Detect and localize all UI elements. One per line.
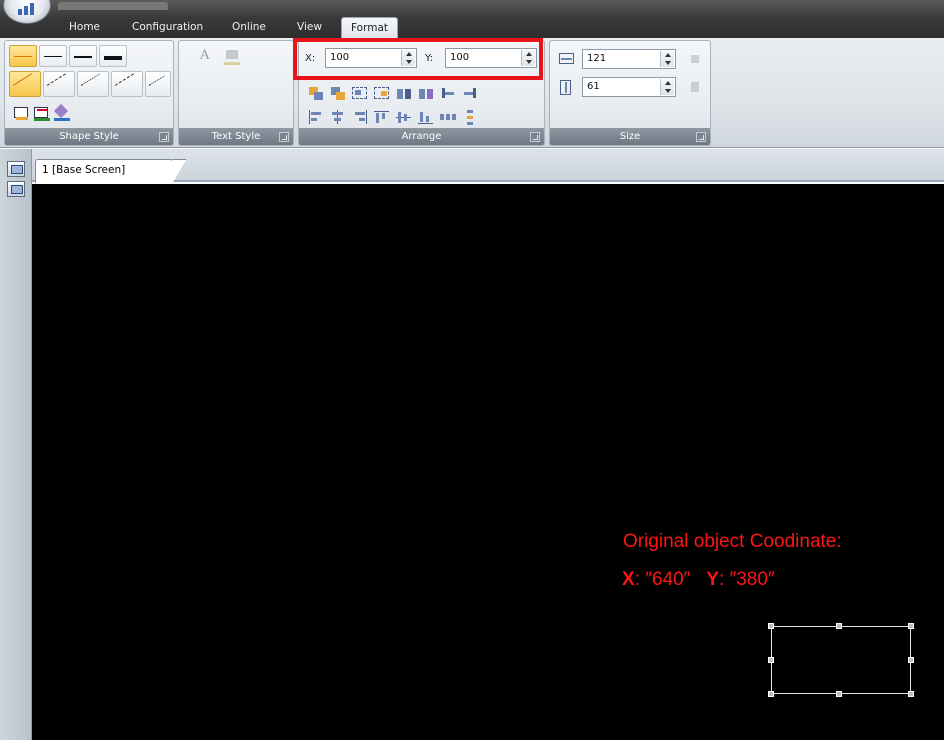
screen-window-icon[interactable]: [7, 181, 25, 197]
left-side-rail: [0, 149, 32, 740]
text-style-launcher-icon[interactable]: [279, 132, 289, 142]
resize-handle-top-right[interactable]: [908, 623, 914, 629]
app-orb-icon[interactable]: [3, 0, 51, 24]
resize-handle-right[interactable]: [908, 657, 914, 663]
base-screen-tab-label: 1 [Base Screen]: [42, 164, 126, 176]
bring-to-front-icon[interactable]: [305, 83, 325, 101]
width-icon: [556, 49, 576, 67]
document-tab-strip: 1 [Base Screen]: [32, 149, 944, 184]
tab-base-screen[interactable]: 1 [Base Screen]: [35, 159, 186, 184]
align-bottom-icon[interactable]: [415, 107, 435, 125]
distribute-vertical-icon[interactable]: [459, 107, 479, 125]
line-style-solid-button[interactable]: [9, 71, 41, 97]
send-to-back-icon[interactable]: [327, 83, 347, 101]
line-style-dashdotdot-button[interactable]: [145, 71, 171, 97]
annotation-x-label: X: [622, 569, 635, 590]
line-weight-1-button[interactable]: [9, 45, 37, 67]
shape-style-label: Shape Style: [5, 128, 173, 145]
annotation-y-label: Y: [706, 569, 719, 590]
lock-size-icon[interactable]: [684, 49, 704, 67]
text-style-label: Text Style: [179, 128, 293, 145]
height-stepper[interactable]: 61: [582, 77, 676, 97]
align-right-icon[interactable]: [349, 107, 369, 125]
size-label: Size: [550, 128, 710, 145]
line-weight-4-button[interactable]: [99, 45, 127, 67]
size-group: 121 61 Size: [549, 40, 711, 146]
app-logo-icon: [18, 3, 40, 15]
arrange-launcher-icon[interactable]: [530, 132, 540, 142]
flip-vertical-icon[interactable]: [415, 83, 435, 101]
fill-color-icon[interactable]: [11, 103, 31, 121]
line-style-dashdot-button[interactable]: [111, 71, 143, 97]
line-style-dash-button[interactable]: [43, 71, 75, 97]
tab-format[interactable]: Format: [341, 17, 399, 39]
line-style-dot-button[interactable]: [77, 71, 109, 97]
rotate-left-icon[interactable]: [437, 83, 457, 101]
screen-canvas[interactable]: Original object Coodinate: X: ″640″ Y: ″…: [32, 184, 944, 740]
arrange-label: Arrange: [299, 128, 544, 145]
text-color-icon[interactable]: [221, 47, 241, 65]
shadow-icon[interactable]: [51, 103, 71, 121]
line-weight-2-button[interactable]: [39, 45, 67, 67]
quick-access-toolbar[interactable]: [58, 2, 168, 10]
screen-list-icon[interactable]: [7, 161, 25, 177]
same-size-icon[interactable]: [684, 77, 704, 95]
highlight-box: [293, 38, 543, 80]
align-left-icon[interactable]: [305, 107, 325, 125]
annotation-y-value: : ″380″: [718, 569, 775, 590]
tab-view[interactable]: View: [294, 18, 325, 38]
shape-style-group: Shape Style: [4, 40, 174, 146]
resize-handle-top-left[interactable]: [768, 623, 774, 629]
tab-online[interactable]: Online: [229, 18, 269, 38]
width-value: 121: [587, 53, 607, 64]
selected-object[interactable]: [768, 623, 914, 697]
annotation-title: Original object Coodinate:: [623, 531, 842, 552]
resize-handle-bottom-right[interactable]: [908, 691, 914, 697]
height-spin-arrows-icon[interactable]: [660, 79, 674, 95]
group-icon[interactable]: [349, 83, 369, 101]
tab-home[interactable]: Home: [66, 18, 103, 38]
height-value: 61: [587, 81, 600, 92]
rotate-right-icon[interactable]: [459, 83, 479, 101]
width-stepper[interactable]: 121: [582, 49, 676, 69]
distribute-horizontal-icon[interactable]: [437, 107, 457, 125]
line-color-icon[interactable]: [31, 103, 51, 121]
flip-horizontal-icon[interactable]: [393, 83, 413, 101]
align-top-icon[interactable]: [371, 107, 391, 125]
annotation-x-value: : ″640″: [634, 569, 691, 590]
text-style-group: A Text Style: [178, 40, 294, 146]
title-bar: Home Configuration Online View Format: [0, 0, 944, 39]
line-weight-3-button[interactable]: [69, 45, 97, 67]
align-middle-icon[interactable]: [393, 107, 413, 125]
height-icon: [556, 77, 576, 95]
annotation-coordinates: X: ″640″ Y: ″380″: [622, 569, 775, 591]
size-launcher-icon[interactable]: [696, 132, 706, 142]
resize-handle-top[interactable]: [836, 623, 842, 629]
resize-handle-left[interactable]: [768, 657, 774, 663]
resize-handle-bottom-left[interactable]: [768, 691, 774, 697]
ungroup-icon[interactable]: [371, 83, 391, 101]
text-font-icon[interactable]: A: [199, 47, 219, 65]
tab-configuration[interactable]: Configuration: [129, 18, 206, 38]
resize-handle-bottom[interactable]: [836, 691, 842, 697]
shape-style-launcher-icon[interactable]: [159, 132, 169, 142]
width-spin-arrows-icon[interactable]: [660, 51, 674, 67]
align-center-icon[interactable]: [327, 107, 347, 125]
